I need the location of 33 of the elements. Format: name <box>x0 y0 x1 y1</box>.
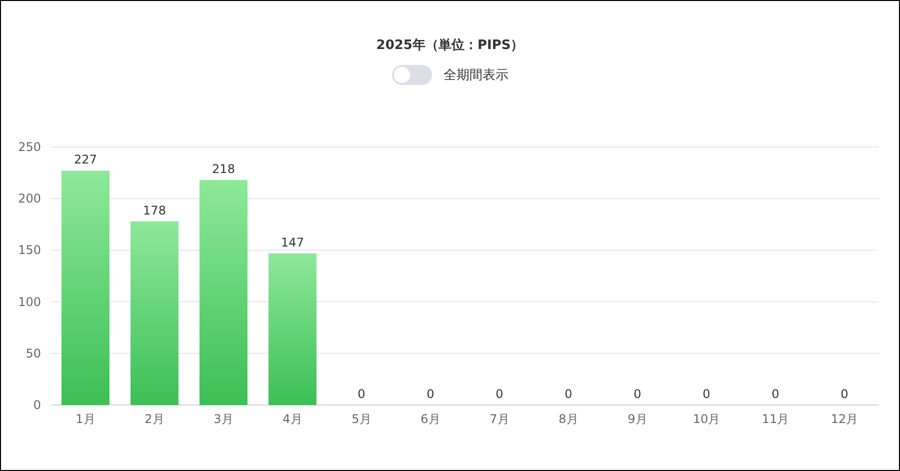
x-axis-label: 12月 <box>830 412 858 426</box>
x-axis-label: 4月 <box>282 412 302 426</box>
y-axis-label: 250 <box>18 140 41 154</box>
bar-value-label: 0 <box>426 387 434 401</box>
x-axis-label: 6月 <box>420 412 440 426</box>
x-axis-label: 8月 <box>558 412 578 426</box>
bar-value-label: 0 <box>564 387 572 401</box>
y-axis-label: 150 <box>18 243 41 258</box>
bar-value-label: 178 <box>143 203 166 218</box>
bar-value-label: 218 <box>212 162 235 176</box>
bar-value-label: 147 <box>281 235 304 250</box>
x-axis-label: 1月 <box>76 412 96 426</box>
toggle-switch[interactable] <box>392 65 432 85</box>
bar-value-label: 0 <box>840 387 848 401</box>
x-axis-label: 11月 <box>762 412 790 426</box>
x-axis-label: 7月 <box>490 412 510 426</box>
x-axis-label: 3月 <box>214 412 234 426</box>
x-axis-label: 9月 <box>628 412 648 426</box>
bar-value-label: 227 <box>74 152 97 167</box>
x-axis-label: 2月 <box>144 412 164 426</box>
bar-value-label: 0 <box>634 387 642 401</box>
y-axis-label: 0 <box>33 398 41 412</box>
bar-value-label: 0 <box>496 387 504 401</box>
x-axis-label: 5月 <box>352 412 372 426</box>
chart-title: 2025年（単位：PIPS） <box>376 37 524 55</box>
bar-value-label: 0 <box>702 387 710 401</box>
y-axis-label: 50 <box>26 346 41 360</box>
bar-value-label: 0 <box>358 387 366 401</box>
y-axis-label: 200 <box>18 192 41 206</box>
bar-value-label: 0 <box>772 387 780 401</box>
x-axis-label: 10月 <box>692 412 720 426</box>
toggle-label: 全期間表示 <box>444 67 508 84</box>
y-axis-label: 100 <box>18 294 41 309</box>
